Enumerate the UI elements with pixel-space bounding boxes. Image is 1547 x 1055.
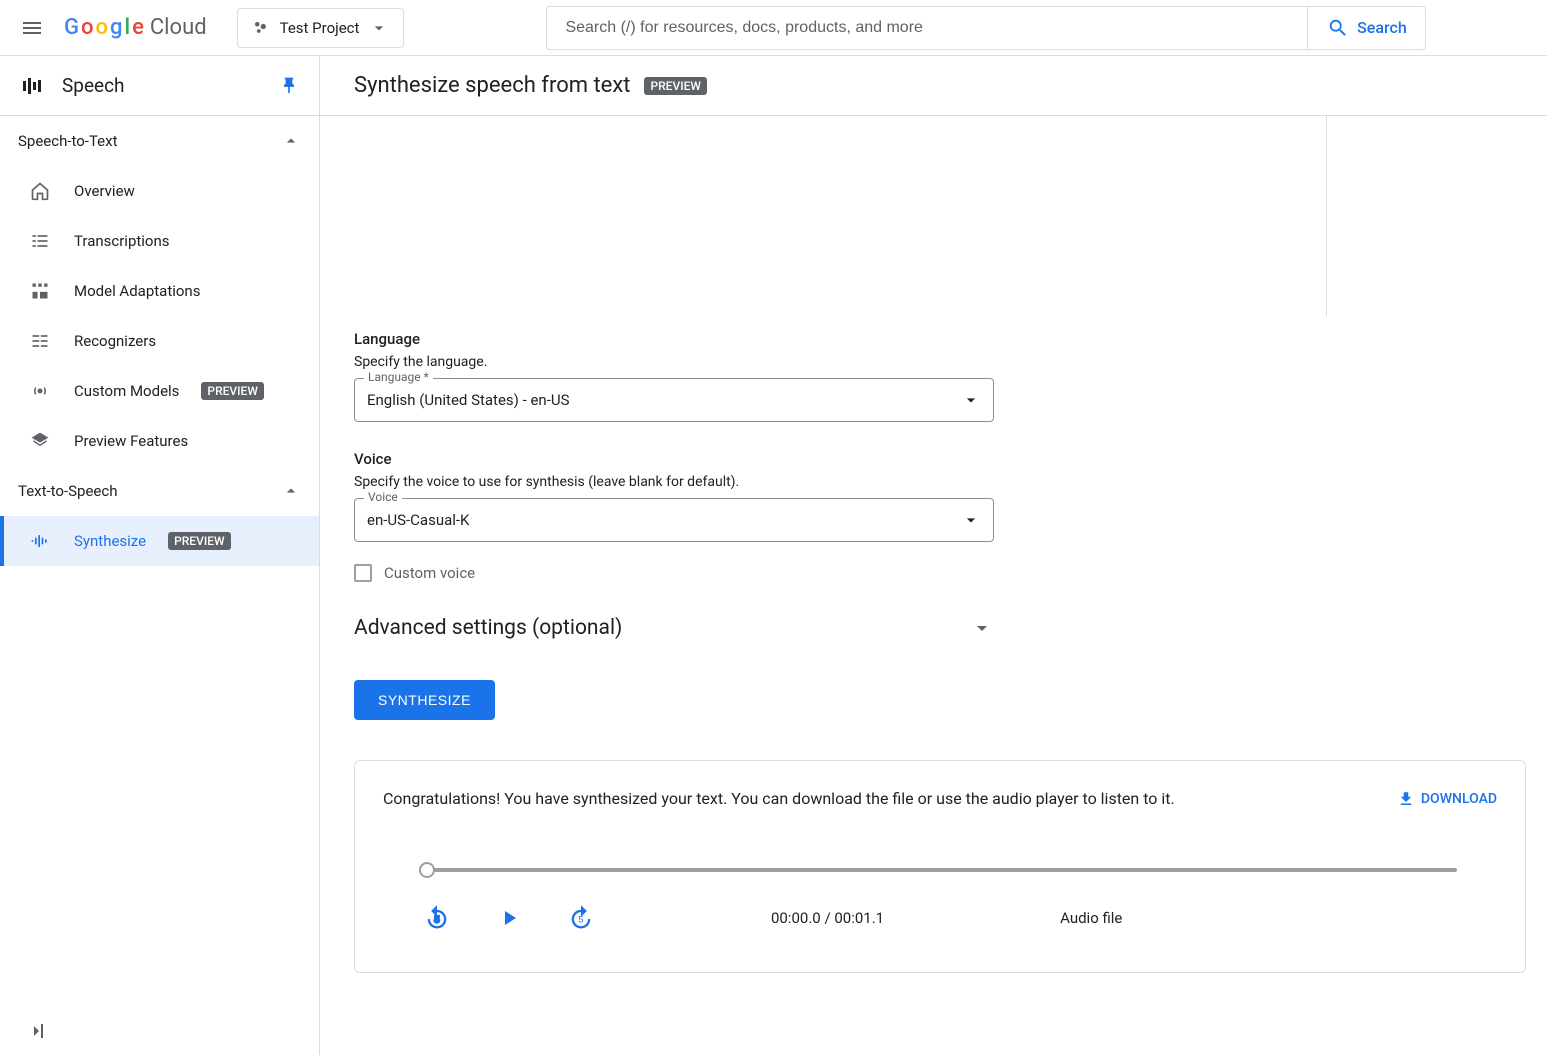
- language-select[interactable]: Language * English (United States) - en-…: [354, 378, 994, 422]
- search-bar: Search: [546, 6, 1426, 50]
- result-message: Congratulations! You have synthesized yo…: [383, 789, 1175, 808]
- divider: [1326, 116, 1327, 316]
- speech-product-icon: [20, 74, 44, 98]
- custom-voice-label: Custom voice: [384, 564, 475, 582]
- sidebar-item-model-adaptations[interactable]: Model Adaptations: [0, 266, 319, 316]
- layers-icon: [28, 429, 52, 453]
- language-value: English (United States) - en-US: [367, 391, 570, 409]
- voice-label: Voice: [354, 450, 1513, 468]
- sidebar-collapse-button[interactable]: [24, 1019, 48, 1047]
- broadcast-icon: [28, 379, 52, 403]
- download-button[interactable]: DOWNLOAD: [1397, 790, 1497, 808]
- main-content: Synthesize speech from text PREVIEW Lang…: [320, 56, 1547, 1055]
- preview-badge: PREVIEW: [201, 382, 263, 400]
- sidebar-section-tts[interactable]: Text-to-Speech: [0, 466, 319, 516]
- sidebar-section-stt[interactable]: Speech-to-Text: [0, 116, 319, 166]
- language-label: Language: [354, 330, 1513, 348]
- sidebar-item-transcriptions[interactable]: Transcriptions: [0, 216, 319, 266]
- collapse-icon: [24, 1019, 48, 1043]
- svg-text:5: 5: [434, 915, 439, 925]
- sidebar-item-custom-models[interactable]: Custom Models PREVIEW: [0, 366, 319, 416]
- custom-voice-checkbox-row: Custom voice: [354, 564, 1513, 582]
- search-icon: [1327, 17, 1349, 39]
- sidebar: Speech Speech-to-Text Overview Transcrip…: [0, 56, 320, 1055]
- download-icon: [1397, 790, 1415, 808]
- search-input[interactable]: [547, 7, 1307, 49]
- sidebar-item-preview-features[interactable]: Preview Features: [0, 416, 319, 466]
- gcp-logo[interactable]: Google Cloud: [64, 15, 207, 40]
- nav-menu-button[interactable]: [12, 8, 52, 48]
- synthesize-button[interactable]: SYNTHESIZE: [354, 680, 495, 720]
- page-preview-badge: PREVIEW: [644, 77, 706, 95]
- result-card: Congratulations! You have synthesized yo…: [354, 760, 1526, 973]
- audio-file-label: Audio file: [1060, 909, 1122, 927]
- custom-voice-checkbox[interactable]: [354, 564, 372, 582]
- audio-seek-slider[interactable]: [423, 868, 1457, 872]
- project-picker[interactable]: Test Project: [237, 8, 405, 48]
- forward-5-button[interactable]: 5: [567, 904, 595, 932]
- forward-icon: 5: [567, 904, 595, 932]
- voice-value: en-US-Casual-K: [367, 511, 469, 529]
- advanced-settings-toggle[interactable]: Advanced settings (optional): [354, 616, 994, 640]
- lines-icon: [28, 329, 52, 353]
- voice-desc: Specify the voice to use for synthesis (…: [354, 474, 1513, 490]
- grid-icon: [28, 279, 52, 303]
- page-header: Synthesize speech from text PREVIEW: [320, 56, 1547, 116]
- replay-icon: 5: [423, 904, 451, 932]
- chevron-down-icon: [970, 616, 994, 640]
- language-desc: Specify the language.: [354, 354, 1513, 370]
- project-icon: [252, 19, 270, 37]
- sidebar-item-synthesize[interactable]: Synthesize PREVIEW: [0, 516, 319, 566]
- sidebar-product-header: Speech: [0, 56, 319, 116]
- dropdown-icon: [961, 510, 981, 530]
- preview-badge: PREVIEW: [168, 532, 230, 550]
- svg-text:5: 5: [578, 915, 583, 925]
- play-icon: [497, 906, 521, 930]
- voice-select[interactable]: Voice en-US-Casual-K: [354, 498, 994, 542]
- sidebar-item-overview[interactable]: Overview: [0, 166, 319, 216]
- list-icon: [28, 229, 52, 253]
- play-button[interactable]: [497, 906, 521, 930]
- audio-time: 00:00.0 / 00:01.1: [771, 909, 884, 927]
- replay-5-button[interactable]: 5: [423, 904, 451, 932]
- hamburger-icon: [20, 16, 44, 40]
- sidebar-item-recognizers[interactable]: Recognizers: [0, 316, 319, 366]
- dropdown-icon: [369, 18, 389, 38]
- global-header: Google Cloud Test Project Search: [0, 0, 1547, 56]
- audio-player: 5 5 00:00.0 / 00:01.1 Audio file: [383, 868, 1497, 932]
- pin-icon[interactable]: [279, 76, 299, 96]
- project-name: Test Project: [280, 19, 360, 37]
- search-button[interactable]: Search: [1307, 7, 1425, 49]
- slider-thumb[interactable]: [419, 862, 435, 878]
- waveform-icon: [28, 529, 52, 553]
- home-icon: [28, 179, 52, 203]
- sidebar-product-title: Speech: [62, 74, 261, 97]
- chevron-up-icon: [281, 481, 301, 501]
- chevron-up-icon: [281, 131, 301, 151]
- dropdown-icon: [961, 390, 981, 410]
- page-title: Synthesize speech from text: [354, 73, 630, 98]
